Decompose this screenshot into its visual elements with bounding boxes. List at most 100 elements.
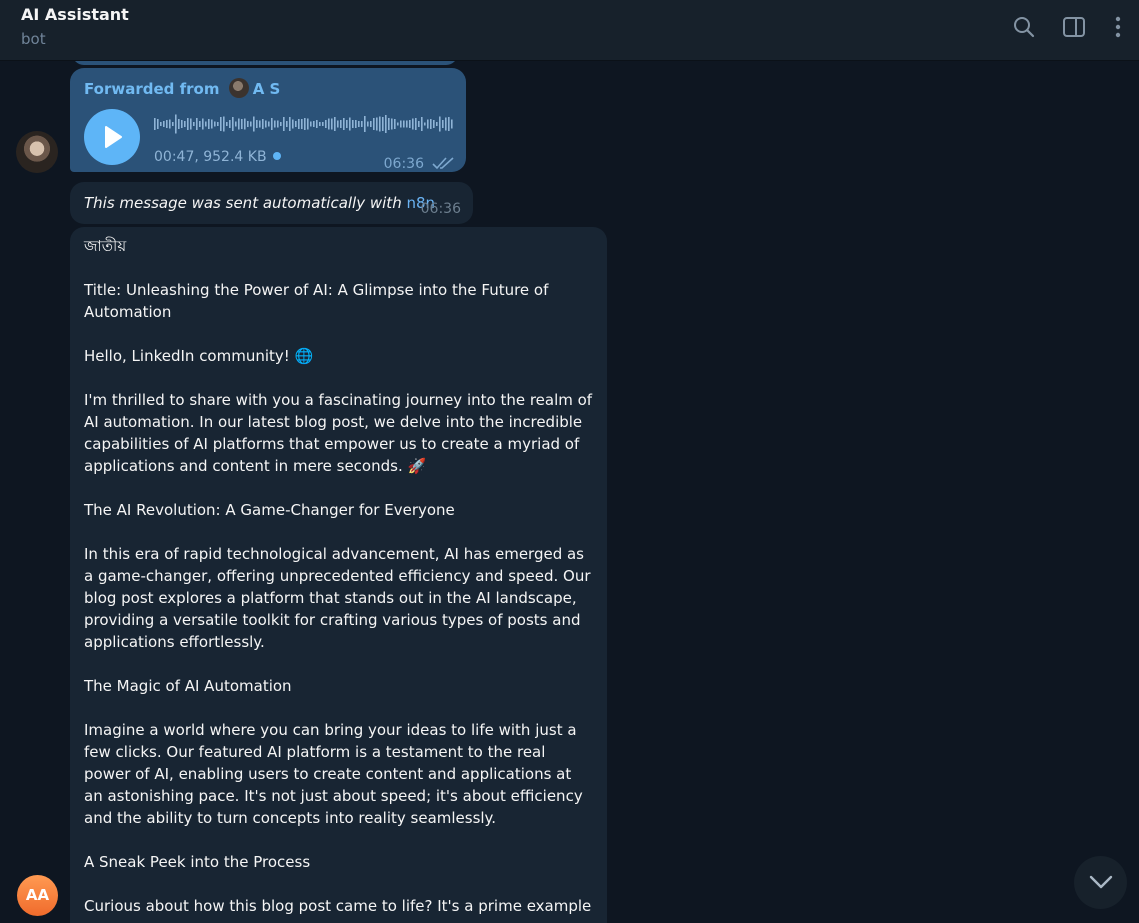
waveform-bar [268, 121, 270, 127]
waveform-bar [343, 118, 345, 130]
waveform-bar [340, 120, 342, 128]
waveform-bar [334, 117, 336, 131]
waveform-bar [235, 121, 237, 127]
waveform-bar [310, 121, 312, 127]
waveform-bar [229, 120, 231, 128]
waveform-bar [322, 122, 324, 126]
waveform-bar [319, 122, 321, 126]
waveform-bar [226, 122, 228, 126]
waveform-bar [304, 118, 306, 130]
waveform-bar [196, 118, 198, 130]
waveform-bar [331, 118, 333, 130]
waveform-bar [286, 121, 288, 127]
waveform-bar [382, 117, 384, 131]
waveform-bar [439, 116, 441, 132]
forwarded-name[interactable]: A S [253, 80, 281, 98]
waveform-bar [313, 121, 315, 127]
previous-message-edge [72, 61, 458, 65]
auto-message-bubble[interactable]: This message was sent automatically with… [70, 182, 473, 224]
waveform-bar [181, 120, 183, 128]
chat-header: AI Assistant bot [0, 0, 1139, 61]
waveform-bar [277, 120, 279, 128]
waveform-bar [163, 121, 165, 127]
waveform-bar [445, 117, 447, 131]
waveform-bar [193, 122, 195, 126]
waveform-bar [184, 121, 186, 127]
forwarded-header[interactable]: Forwarded from A S [84, 78, 280, 98]
waveform-bar [298, 119, 300, 129]
search-icon[interactable] [1011, 14, 1037, 40]
waveform-bar [274, 120, 276, 128]
waveform-bar [421, 117, 423, 131]
waveform-bar [412, 118, 414, 130]
waveform-bar [394, 119, 396, 129]
waveform-bar [406, 120, 408, 128]
user-avatar[interactable]: AA [17, 875, 58, 916]
waveform-bar [367, 121, 369, 127]
waveform-bar [292, 119, 294, 129]
waveform-bar [352, 120, 354, 128]
waveform-bar [301, 119, 303, 129]
waveform-bar [373, 118, 375, 130]
waveform-bar [400, 120, 402, 128]
waveform-bar [283, 117, 285, 131]
chevron-down-icon [1089, 875, 1113, 889]
waveform-bar [211, 119, 213, 129]
voice-message-bubble[interactable]: Forwarded from A S 00:47, 952.4 KB 06:36 [70, 68, 466, 172]
waveform-bar [271, 118, 273, 130]
waveform-bar [232, 117, 234, 131]
play-button[interactable] [84, 109, 140, 165]
waveform-bar [187, 118, 189, 130]
waveform-bar [166, 120, 168, 128]
waveform-bar [220, 117, 222, 131]
forwarded-label: Forwarded from [84, 80, 220, 98]
waveform-bar [241, 119, 243, 129]
waveform-bar [376, 117, 378, 131]
waveform-bar [280, 122, 282, 126]
chat-subtitle: bot [21, 30, 46, 48]
waveform-bar [238, 118, 240, 130]
waveform-bar [205, 121, 207, 127]
waveform-bar [208, 119, 210, 129]
waveform-bar [325, 120, 327, 128]
voice-meta: 00:47, 952.4 KB [154, 149, 281, 165]
scroll-to-bottom-button[interactable] [1074, 856, 1127, 909]
waveform-bar [361, 121, 363, 127]
message-list[interactable]: Forwarded from A S 00:47, 952.4 KB 06:36… [0, 61, 1139, 923]
waveform-bar [289, 117, 291, 131]
waveform-bar [316, 120, 318, 128]
waveform-bar [430, 119, 432, 129]
sidebar-toggle-icon[interactable] [1061, 14, 1087, 40]
voice-duration-size: 00:47, 952.4 KB [154, 149, 267, 165]
waveform-bar [424, 122, 426, 126]
waveform-bar [379, 116, 381, 132]
audio-waveform[interactable] [154, 112, 454, 136]
post-paragraph: I'm thrilled to share with you a fascina… [84, 391, 597, 475]
more-vertical-icon[interactable] [1105, 14, 1131, 40]
post-paragraph: The AI Revolution: A Game-Changer for Ev… [84, 501, 455, 519]
waveform-bar [295, 121, 297, 127]
waveform-bar [169, 119, 171, 129]
waveform-bar [202, 118, 204, 130]
waveform-bar [427, 119, 429, 129]
waveform-bar [391, 118, 393, 130]
chat-title[interactable]: AI Assistant [21, 5, 129, 24]
waveform-bar [250, 121, 252, 127]
message-time: 06:36 [383, 156, 424, 172]
waveform-bar [190, 118, 192, 130]
waveform-bar [448, 117, 450, 131]
waveform-bar [442, 120, 444, 128]
post-paragraph: Imagine a world where you can bring your… [84, 721, 588, 827]
waveform-bar [364, 116, 366, 132]
post-paragraph: In this era of rapid technological advan… [84, 545, 596, 651]
post-message-bubble[interactable]: জাতীয় Title: Unleashing the Power of AI… [70, 227, 607, 923]
waveform-bar [307, 118, 309, 130]
waveform-bar [253, 116, 255, 132]
waveform-bar [265, 120, 267, 128]
waveform-bar [199, 121, 201, 127]
auto-message-label: This message was sent automatically with [84, 194, 402, 212]
waveform-bar [436, 122, 438, 126]
waveform-bar [244, 118, 246, 130]
sender-avatar[interactable] [16, 131, 58, 173]
waveform-bar [358, 121, 360, 127]
